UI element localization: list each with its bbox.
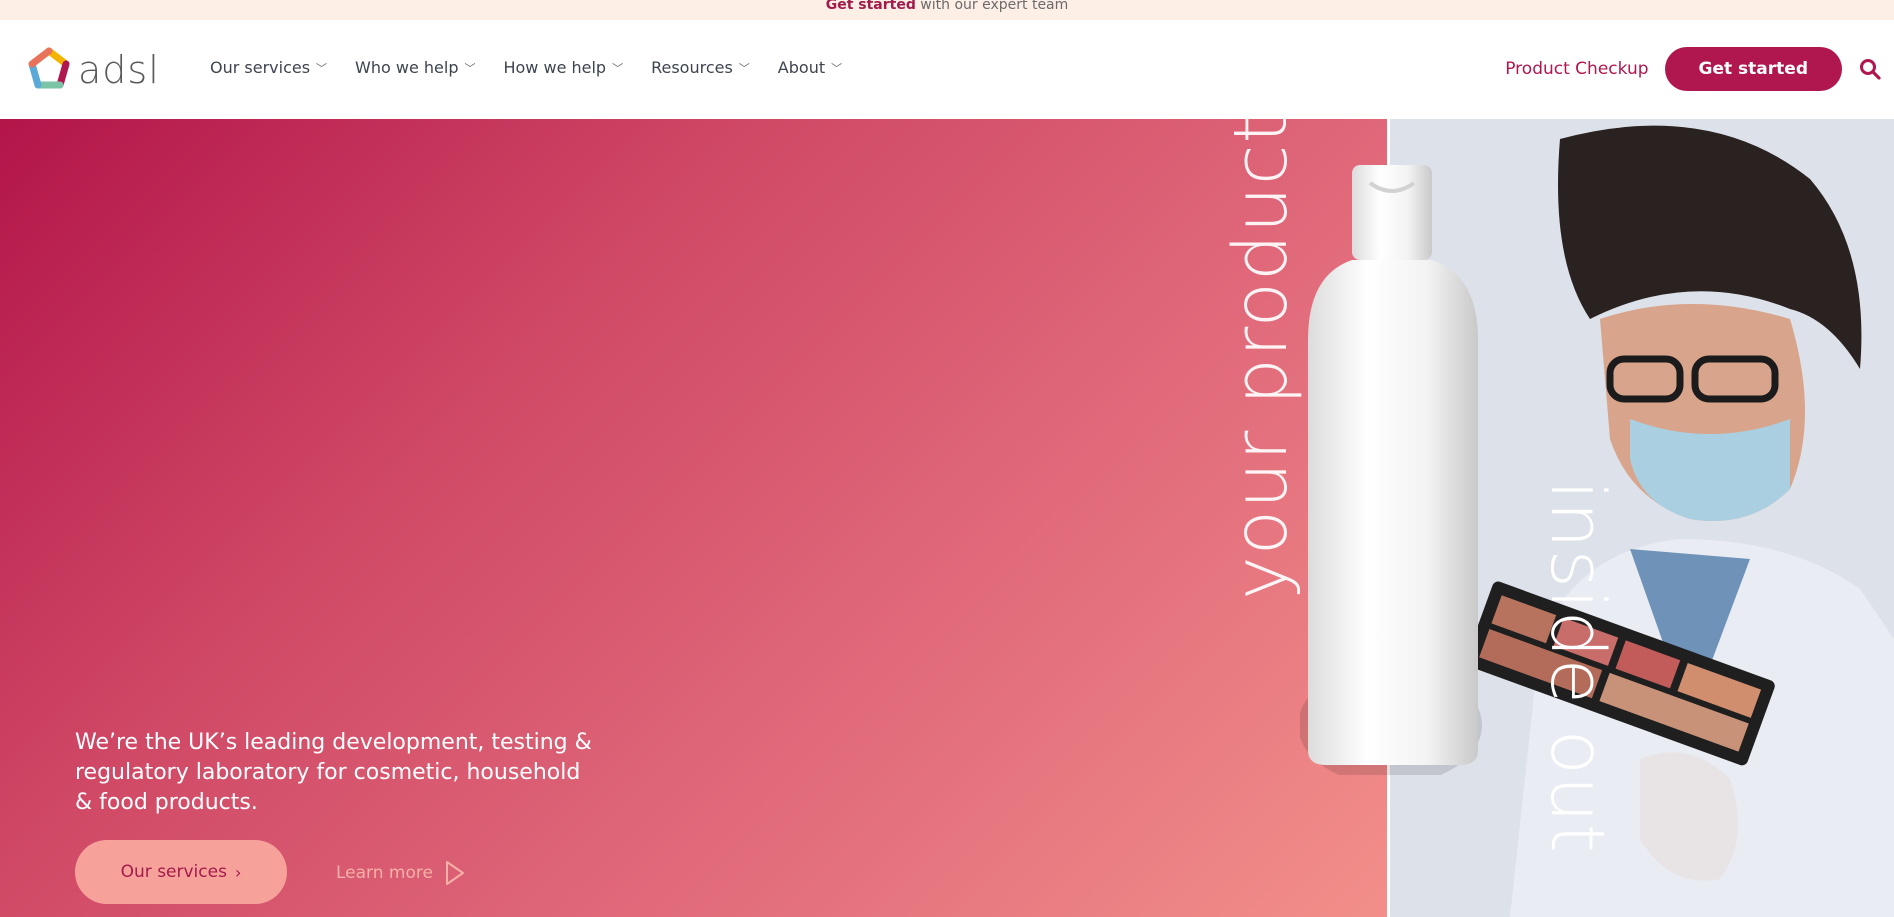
nav-item-resources[interactable]: Resources ﹀ bbox=[651, 58, 750, 77]
announcement-text: with our expert team bbox=[915, 0, 1069, 13]
nav-label: Who we help bbox=[355, 58, 459, 77]
learn-more-label: Learn more bbox=[336, 863, 433, 883]
nav-label: Resources bbox=[651, 58, 733, 77]
hero-vertical-text-inside-out: inside out bbox=[1520, 480, 1620, 854]
nav-item-our-services[interactable]: Our services ﹀ bbox=[210, 58, 327, 77]
logo[interactable]: adsl bbox=[26, 46, 160, 94]
logo-text: adsl bbox=[78, 48, 160, 92]
get-started-button[interactable]: Get started bbox=[1664, 47, 1842, 91]
announcement-link[interactable]: Get started bbox=[826, 0, 916, 13]
hero-tagline: We’re the UK’s leading development, test… bbox=[75, 730, 592, 815]
site-header: adsl Our services ﹀ Who we help ﹀ How we h… bbox=[0, 20, 1894, 119]
chevron-right-icon: › bbox=[234, 862, 242, 882]
learn-more-button[interactable]: Learn more bbox=[336, 858, 465, 888]
nav-item-who-we-help[interactable]: Who we help ﹀ bbox=[355, 58, 475, 77]
announcement-bar[interactable]: Get started with our expert team bbox=[0, 0, 1894, 20]
search-icon[interactable] bbox=[1858, 57, 1882, 81]
chevron-down-icon: ﹀ bbox=[738, 61, 750, 75]
hero-section: We’re the UK’s leading development, test… bbox=[0, 119, 1387, 917]
chevron-down-icon: ﹀ bbox=[316, 61, 328, 75]
product-bottle-image bbox=[1300, 165, 1482, 775]
pentagon-logo-icon bbox=[28, 47, 70, 89]
our-services-label: Our services bbox=[120, 862, 227, 882]
vertical-text-your-product: your product bbox=[1218, 113, 1304, 600]
nav-label: Our services bbox=[210, 58, 311, 77]
vertical-text-inside-out: inside out bbox=[1534, 480, 1620, 854]
our-services-button[interactable]: Our services › bbox=[75, 840, 287, 904]
chevron-down-icon: ﹀ bbox=[612, 61, 624, 75]
product-checkup-link[interactable]: Product Checkup bbox=[1505, 59, 1648, 79]
header-actions: Product Checkup Get started bbox=[1505, 47, 1894, 91]
nav-item-about[interactable]: About ﹀ bbox=[778, 58, 842, 77]
chevron-down-icon: ﹀ bbox=[831, 61, 843, 75]
nav-item-how-we-help[interactable]: How we help ﹀ bbox=[503, 58, 623, 77]
nav-label: How we help bbox=[503, 58, 607, 77]
chevron-down-icon: ﹀ bbox=[464, 61, 476, 75]
nav-label: About bbox=[777, 58, 826, 77]
play-icon bbox=[445, 861, 464, 885]
hero-vertical-text-your-product: your product bbox=[1218, 113, 1318, 600]
main-nav: Our services ﹀ Who we help ﹀ How we help ﹀ … bbox=[210, 58, 870, 77]
